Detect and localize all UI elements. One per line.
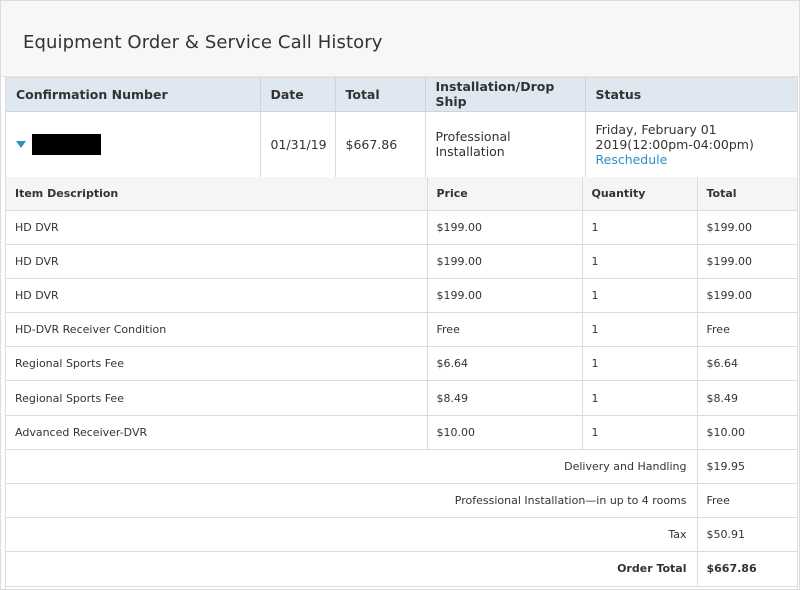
caret-down-icon[interactable] <box>16 140 26 148</box>
table-row: HD DVR $199.00 1 $199.00 <box>6 210 797 245</box>
item-total: Free <box>697 312 797 348</box>
panel-header: Equipment Order & Service Call History <box>1 1 799 77</box>
item-description: HD DVR <box>6 278 428 314</box>
order-table-header: Confirmation Number Date Total Installat… <box>6 78 797 112</box>
col-status: Status <box>585 78 797 112</box>
summary-label: Tax <box>6 517 697 553</box>
item-price: $8.49 <box>427 380 583 416</box>
item-price: $199.00 <box>427 244 583 279</box>
summary-row-order-total: Order Total $667.86 <box>6 551 797 587</box>
table-row: Advanced Receiver-DVR $10.00 1 $10.00 <box>6 415 797 450</box>
reschedule-link[interactable]: Reschedule <box>596 152 788 167</box>
summary-value: $50.91 <box>696 517 797 553</box>
col-total: Total <box>335 78 426 112</box>
item-total: $199.00 <box>697 278 797 314</box>
order-total: $667.86 <box>335 111 426 177</box>
summary-row-installation: Professional Installation—in up to 4 roo… <box>6 483 797 519</box>
table-row: HD-DVR Receiver Condition Free 1 Free <box>6 312 797 348</box>
item-description: Advanced Receiver-DVR <box>6 415 428 450</box>
item-total: $6.64 <box>697 346 797 382</box>
item-total: $8.49 <box>697 380 797 416</box>
item-total: $199.00 <box>697 244 797 279</box>
item-quantity: 1 <box>582 244 698 279</box>
table-row: HD DVR $199.00 1 $199.00 <box>6 244 797 279</box>
table-row: Regional Sports Fee $8.49 1 $8.49 <box>6 380 797 416</box>
order-total-value: $667.86 <box>696 551 797 587</box>
col-date: Date <box>260 78 336 112</box>
order-history-panel: Equipment Order & Service Call History C… <box>0 0 800 590</box>
item-quantity: 1 <box>582 210 698 245</box>
order-row: 01/31/19 $667.86 Professional Installati… <box>6 111 797 177</box>
summary-row-delivery: Delivery and Handling $19.95 <box>6 449 797 485</box>
item-description: Regional Sports Fee <box>6 380 428 416</box>
item-price: $199.00 <box>427 210 583 245</box>
summary-value: Free <box>696 483 797 519</box>
status-date: Friday, February 01 <box>595 121 717 137</box>
item-total: $10.00 <box>697 415 797 450</box>
item-price: $10.00 <box>427 415 583 450</box>
summary-value: $19.95 <box>696 449 797 485</box>
table-row: Regional Sports Fee $6.64 1 $6.64 <box>6 346 797 382</box>
item-quantity: 1 <box>582 380 698 416</box>
page-title: Equipment Order & Service Call History <box>23 32 383 53</box>
col-confirmation-number: Confirmation Number <box>6 78 261 112</box>
item-price: Free <box>427 312 583 348</box>
order-status: Friday, February 01 2019(12:00pm-04:00pm… <box>585 111 797 177</box>
status-time: 2019(12:00pm-04:00pm) <box>595 136 754 152</box>
col-price: Price <box>427 177 583 211</box>
item-description: HD DVR <box>6 244 428 279</box>
col-quantity: Quantity <box>582 177 698 211</box>
redacted-confirmation-number <box>32 133 101 155</box>
item-quantity: 1 <box>582 346 698 382</box>
item-description: Regional Sports Fee <box>6 346 428 382</box>
summary-label: Delivery and Handling <box>6 449 697 485</box>
table-row: HD DVR $199.00 1 $199.00 <box>6 278 797 314</box>
summary-row-tax: Tax $50.91 <box>6 517 797 553</box>
item-description: HD DVR <box>6 210 428 245</box>
item-total: $199.00 <box>697 210 797 245</box>
items-table: Item Description Price Quantity Total HD… <box>6 177 797 587</box>
order-total-label: Order Total <box>6 551 697 587</box>
col-item-total: Total <box>697 177 797 211</box>
item-quantity: 1 <box>582 415 698 450</box>
order-installation: Professional Installation <box>425 111 586 177</box>
col-installation: Installation/Drop Ship <box>425 78 586 112</box>
item-description: HD-DVR Receiver Condition <box>6 312 428 348</box>
item-price: $199.00 <box>427 278 583 314</box>
item-price: $6.64 <box>427 346 583 382</box>
order-table: Confirmation Number Date Total Installat… <box>6 78 797 177</box>
summary-label: Professional Installation—in up to 4 roo… <box>6 483 697 519</box>
confirmation-cell <box>6 111 261 177</box>
item-quantity: 1 <box>582 312 698 348</box>
items-table-header: Item Description Price Quantity Total <box>6 177 797 211</box>
col-item-description: Item Description <box>6 177 428 211</box>
order-date: 01/31/19 <box>260 111 336 177</box>
item-quantity: 1 <box>582 278 698 314</box>
